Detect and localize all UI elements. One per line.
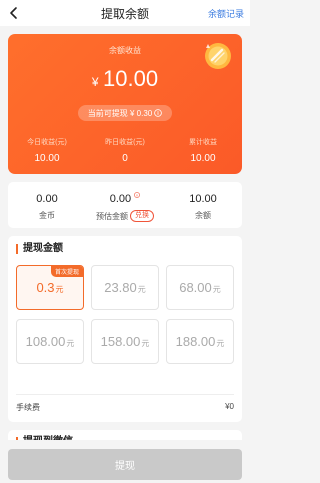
withdraw-button[interactable]: 提现 [8, 449, 242, 480]
amount-value: 188.00 [175, 334, 216, 349]
gold-label-text: 金币 [39, 211, 55, 220]
amount-value: 23.80 [104, 280, 137, 295]
card-amount-row: ¥ 10.00 [8, 66, 242, 92]
divider [16, 394, 234, 395]
amount-value: 68.00 [179, 280, 212, 295]
today-income: 今日收益(元) 10.00 [8, 137, 86, 164]
amount-unit: 元 [66, 338, 75, 348]
stat-value: 10.00 [34, 153, 60, 164]
amount-option[interactable]: 158.00 元 [91, 319, 159, 364]
amount-unit: 元 [141, 338, 150, 348]
amount-unit: 元 [216, 338, 225, 348]
card-stats: 今日收益(元) 10.00 昨日收益(元) 0 累计收益 10.00 [8, 137, 242, 164]
first-withdraw-badge: 首次提现 [50, 266, 83, 277]
stat-value: 10.00 [190, 153, 216, 164]
gold-value: 0.00 [36, 193, 58, 205]
estimated-value: 0.00 [86, 192, 164, 205]
estimated-value-text: 0.00 [109, 193, 132, 205]
info-icon[interactable] [154, 109, 163, 117]
estimated-label-text: 预估金额 [96, 211, 128, 221]
gold-summary: 0.00 金币 [8, 182, 86, 228]
amount-option[interactable]: 188.00 元 [166, 319, 234, 364]
balance-summary: 10.00 余额 [164, 182, 242, 228]
estimated-label: 预估金额 兑换 [86, 210, 164, 222]
stat-value: 0 [122, 153, 128, 164]
fee-value: ¥0 [225, 402, 234, 411]
withdrawable-pill[interactable]: 当前可提现 ¥ 0.30 [78, 105, 172, 121]
info-icon[interactable] [134, 192, 141, 198]
amount-option[interactable]: 首次提现 0.3 元 [16, 265, 84, 310]
balance-value: 10.00 [189, 193, 217, 205]
amount-value: 0.3 [36, 280, 55, 295]
exchange-button[interactable]: 兑换 [130, 210, 154, 222]
top-bar: 提取余额 余额记录 [0, 0, 250, 26]
balance-label-text: 余额 [195, 211, 211, 220]
stat-label: 昨日收益(元) [105, 139, 145, 146]
fee-label: 手续费 [16, 403, 40, 412]
fee-row: 手续费 ¥0 [16, 402, 234, 413]
amount-value: 158.00 [100, 334, 141, 349]
amount-unit: 元 [55, 284, 64, 294]
balance-amount: 10.00 [103, 66, 159, 91]
balance-record-link[interactable]: 余额记录 [208, 7, 244, 20]
back-arrow-icon[interactable] [7, 6, 21, 20]
total-income: 累计收益 10.00 [164, 137, 242, 164]
amount-option[interactable]: 68.00 元 [166, 265, 234, 310]
balance-label: 余额 [164, 210, 242, 221]
amount-value: 108.00 [25, 334, 66, 349]
asset-summary: 0.00 金币 0.00 预估金额 兑换 10.00 余额 [8, 182, 242, 228]
stat-label: 今日收益(元) [27, 139, 67, 146]
balance-card: 余额收益 ¥ 10.00 当前可提现 ¥ 0.30 今日收益(元) 10.00 … [8, 34, 242, 174]
page-title: 提取余额 [100, 6, 149, 21]
yesterday-income: 昨日收益(元) 0 [86, 137, 164, 164]
withdraw-amount-panel: 提现金额 首次提现 0.3 元 23.80 元 68.00 元 108.00 元 158… [8, 236, 242, 422]
amount-options: 首次提现 0.3 元 23.80 元 68.00 元 108.00 元 158.00 元 … [16, 265, 234, 364]
amount-unit: 元 [212, 284, 221, 294]
gold-label: 金币 [8, 210, 86, 221]
stat-label: 累计收益 [189, 139, 217, 146]
amount-unit: 元 [137, 284, 146, 294]
currency-symbol: ¥ [91, 75, 99, 89]
amount-option[interactable]: 23.80 元 [91, 265, 159, 310]
amount-option[interactable]: 108.00 元 [16, 319, 84, 364]
section-title: 提现金额 [16, 244, 63, 254]
estimated-summary: 0.00 预估金额 兑换 [86, 182, 164, 228]
withdrawable-text: 当前可提现 ¥ 0.30 [87, 108, 153, 118]
card-label: 余额收益 [109, 46, 141, 55]
